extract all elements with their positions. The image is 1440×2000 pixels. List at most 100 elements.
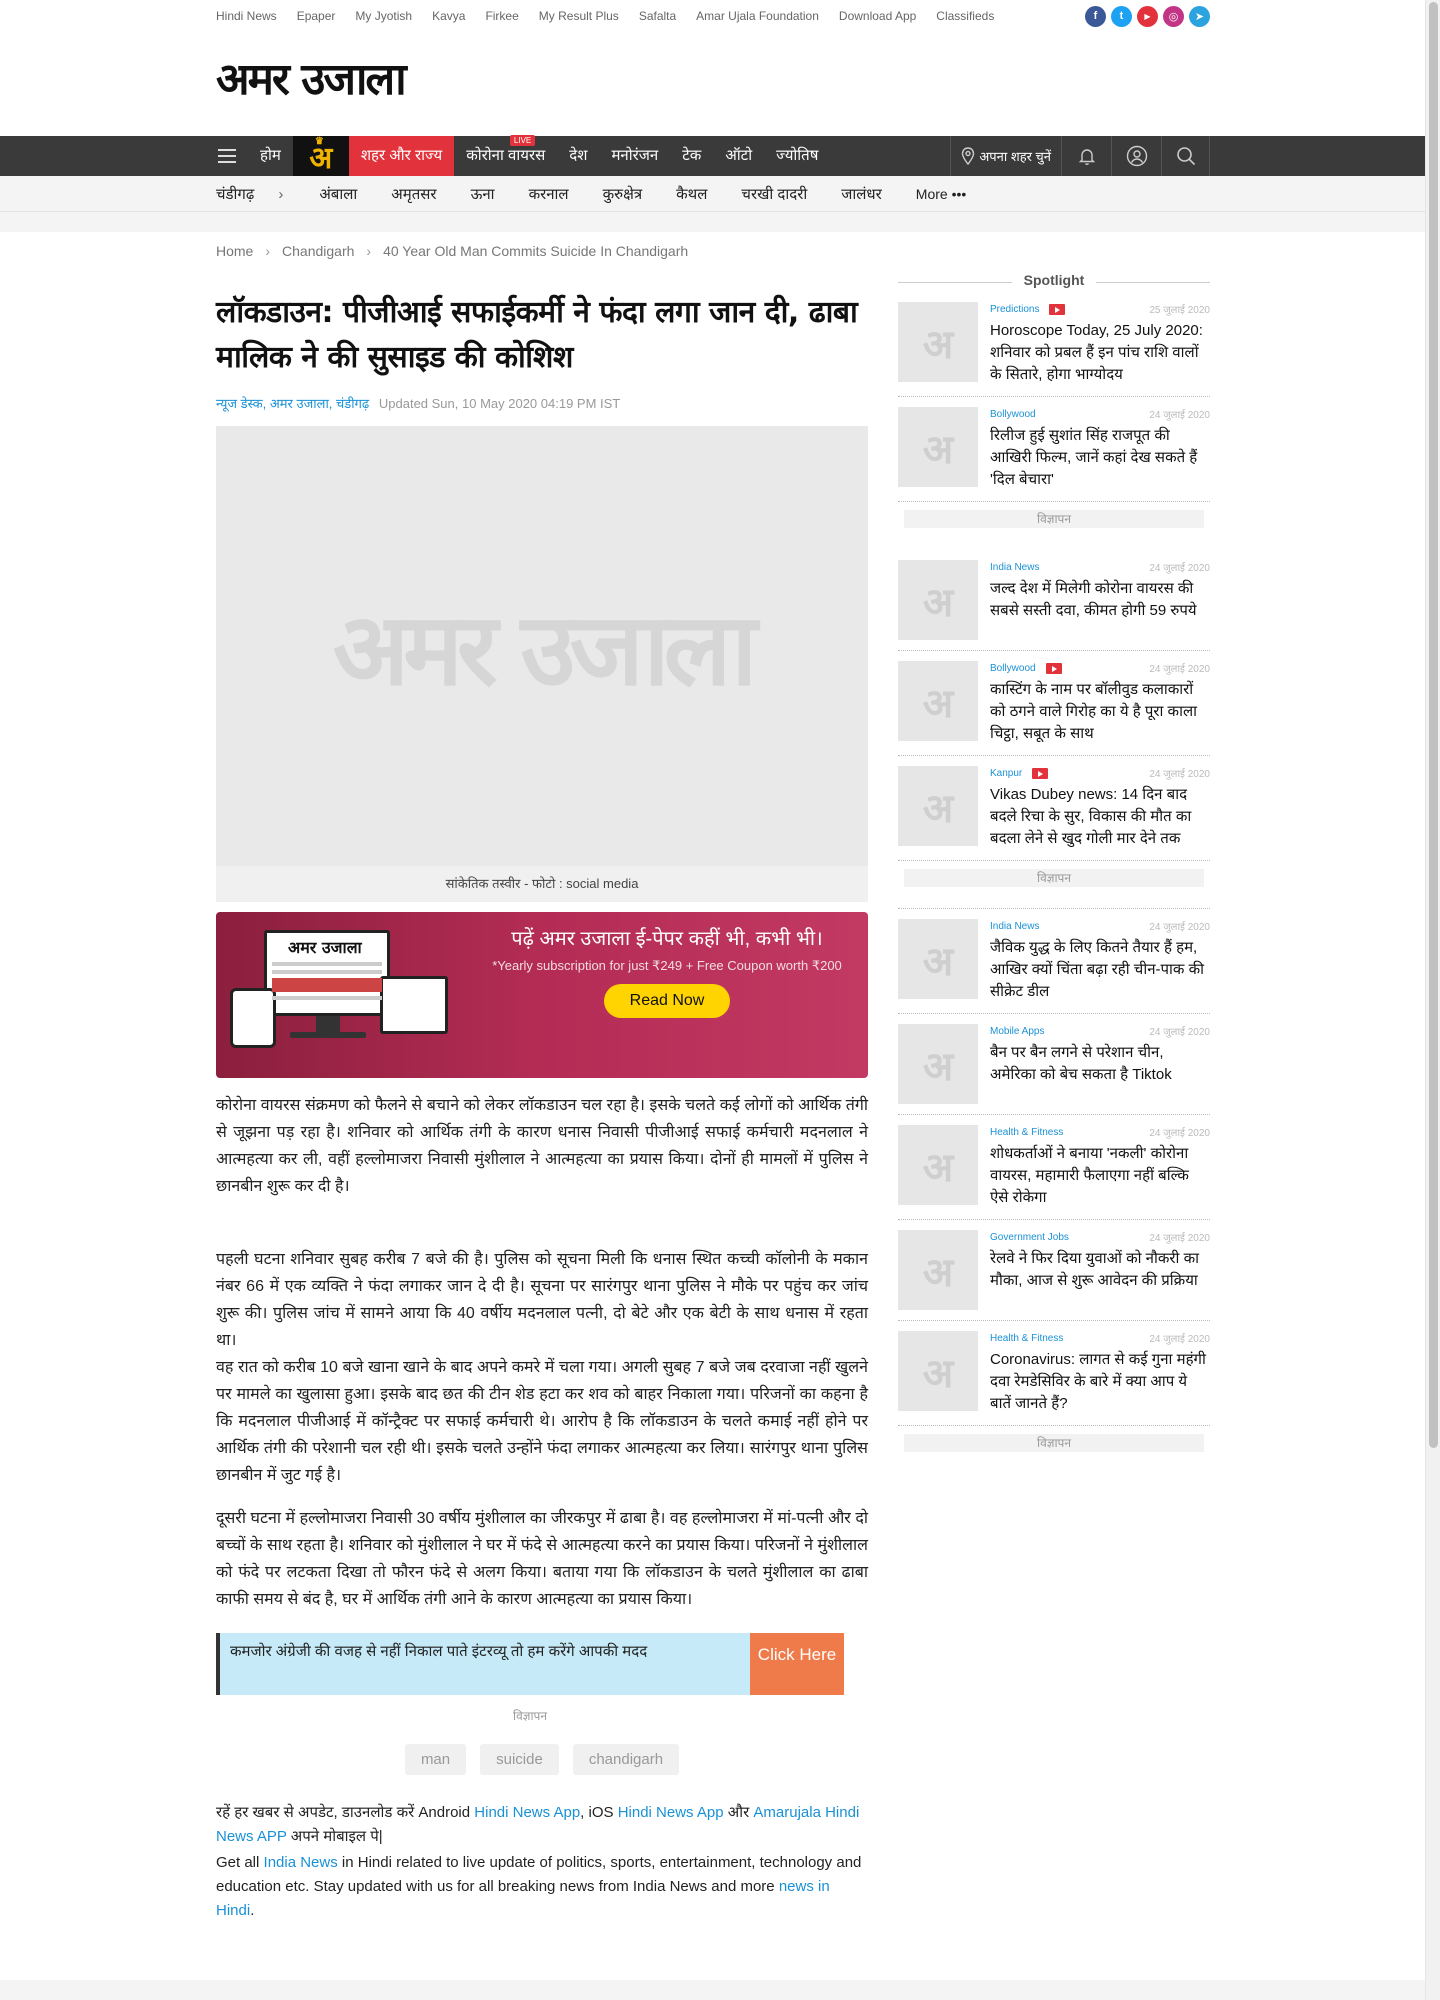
header-separator	[0, 212, 1425, 232]
tag-chip[interactable]: man	[404, 1744, 467, 1775]
city-current[interactable]: चंडीगढ़	[216, 184, 254, 204]
card-title[interactable]: Horoscope Today, 25 July 2020: शनिवार को…	[990, 320, 1210, 386]
city-item-ambala[interactable]: अंबाला	[319, 184, 357, 204]
card-category[interactable]: Mobile Apps	[990, 1026, 1044, 1037]
card-category[interactable]: Kanpur	[990, 767, 1049, 779]
card-thumbnail[interactable]: अ	[898, 766, 978, 846]
card-thumbnail[interactable]: अ	[898, 1230, 978, 1310]
spotlight-card[interactable]: अ Government Jobs 24 जुलाई 2020 रेलवे ने फि…	[898, 1220, 1210, 1321]
city-picker[interactable]: अपना शहर चुनें	[951, 136, 1062, 176]
top-link-download-app[interactable]: Download App	[839, 9, 916, 23]
chevron-right-icon[interactable]: ›	[278, 186, 283, 203]
card-title[interactable]: जल्द देश में मिलेगी कोरोना वायरस की सबसे…	[990, 578, 1210, 622]
city-item-amritsar[interactable]: अमृतसर	[391, 184, 436, 204]
site-logo[interactable]: अमर उजाला	[216, 50, 407, 110]
footer-text: और	[723, 1804, 754, 1821]
city-item-jalandhar[interactable]: जालंधर	[841, 184, 882, 204]
card-date: 24 जुलाई 2020	[1149, 922, 1210, 933]
top-link-safalta[interactable]: Safalta	[639, 9, 676, 23]
twitter-icon[interactable]: t	[1111, 5, 1132, 27]
scrollbar-thumb[interactable]	[1429, 2, 1438, 1448]
top-link-firkee[interactable]: Firkee	[485, 9, 518, 23]
breadcrumb-section[interactable]: Chandigarh	[282, 243, 354, 259]
notification-bell-icon[interactable]	[1062, 136, 1112, 176]
top-link-kavya[interactable]: Kavya	[432, 9, 465, 23]
top-link-classifieds[interactable]: Classifieds	[936, 9, 994, 23]
breadcrumb-home[interactable]: Home	[216, 243, 253, 259]
page-scrollbar[interactable]	[1425, 0, 1440, 2000]
spotlight-card[interactable]: अ Predictions 25 जुलाई 2020 Horoscope Today…	[898, 292, 1210, 397]
card-category[interactable]: Government Jobs	[990, 1232, 1069, 1243]
card-title[interactable]: शोधकर्ताओं ने बनाया 'नकली' कोरोना वायरस,…	[990, 1143, 1210, 1209]
amar-ujala-badge-icon[interactable]: अ	[292, 136, 349, 176]
top-link-foundation[interactable]: Amar Ujala Foundation	[696, 9, 819, 23]
spotlight-card[interactable]: अ Mobile Apps 24 जुलाई 2020 बैन पर बैन लगने…	[898, 1014, 1210, 1115]
top-link-hindi-news[interactable]: Hindi News	[216, 9, 277, 23]
card-category[interactable]: Predictions	[990, 303, 1066, 315]
nav-city-state[interactable]: शहर और राज्य	[348, 136, 455, 176]
card-thumbnail[interactable]: अ	[898, 661, 978, 741]
card-category[interactable]: Bollywood	[990, 409, 1036, 420]
card-category[interactable]: India News	[990, 921, 1039, 932]
instagram-icon[interactable]: ◎	[1163, 5, 1184, 27]
top-link-my-result-plus[interactable]: My Result Plus	[539, 9, 619, 23]
nav-manoranjan[interactable]: मनोरंजन	[599, 136, 670, 176]
nav-corona[interactable]: कोरोना वायरस LIVE	[454, 135, 557, 176]
tag-chip[interactable]: suicide	[480, 1744, 559, 1775]
top-link-my-jyotish[interactable]: My Jyotish	[355, 9, 412, 23]
card-thumbnail[interactable]: अ	[898, 1331, 978, 1411]
card-thumbnail[interactable]: अ	[898, 919, 978, 999]
spotlight-card[interactable]: अ India News 24 जुलाई 2020 जल्द देश में मिल…	[898, 550, 1210, 651]
card-title[interactable]: बैन पर बैन लगने से परेशान चीन, अमेरिका क…	[990, 1042, 1210, 1086]
card-title[interactable]: रेलवे ने फिर दिया युवाओं को नौकरी का मौक…	[990, 1248, 1210, 1292]
top-link-epaper[interactable]: Epaper	[297, 9, 336, 23]
card-category[interactable]: Health & Fitness	[990, 1127, 1063, 1138]
card-thumbnail[interactable]: अ	[898, 302, 978, 382]
nav-desh[interactable]: देश	[557, 136, 599, 176]
india-news-link[interactable]: India News	[264, 1854, 338, 1871]
read-now-button[interactable]: Read Now	[603, 984, 731, 1018]
card-category[interactable]: Health & Fitness	[990, 1333, 1063, 1344]
spotlight-card[interactable]: अ Kanpur 24 जुलाई 2020 Vikas Dubey news: 14…	[898, 756, 1210, 861]
city-item-una[interactable]: ऊना	[471, 184, 495, 204]
card-title[interactable]: Vikas Dubey news: 14 दिन बाद बदले रिचा क…	[990, 784, 1210, 850]
search-icon[interactable]	[1162, 136, 1210, 176]
ios-app-link[interactable]: Hindi News App	[618, 1804, 724, 1821]
facebook-icon[interactable]: f	[1085, 5, 1106, 27]
youtube-icon[interactable]: ▶	[1137, 5, 1158, 27]
click-here-button[interactable]: Click Here	[750, 1633, 844, 1695]
card-title[interactable]: रिलीज हुई सुशांत सिंह राजपूत की आखिरी फि…	[990, 425, 1210, 491]
author-link[interactable]: न्यूज डेस्क, अमर उजाला, चंडीगढ़	[216, 396, 369, 411]
city-item-kurukshetra[interactable]: कुरुक्षेत्र	[603, 184, 643, 204]
spotlight-card[interactable]: अ Bollywood 24 जुलाई 2020 रिलीज हुई सुशांत …	[898, 397, 1210, 502]
epaper-promo-banner[interactable]: अमर उजाला पढ़ें अमर उजाला ई-पेपर कहीं भी…	[216, 912, 868, 1078]
spotlight-card[interactable]: अ India News 24 जुलाई 2020 जैविक युद्ध के ल…	[898, 909, 1210, 1014]
card-category[interactable]: Bollywood	[990, 662, 1062, 674]
image-caption: सांकेतिक तस्वीर - फोटो : social media	[216, 866, 868, 902]
nav-tech[interactable]: टेक	[670, 136, 713, 176]
city-item-charkhi-dadri[interactable]: चरखी दादरी	[741, 184, 807, 204]
card-title[interactable]: जैविक युद्ध के लिए कितने तैयार हैं हम, आ…	[990, 937, 1210, 1003]
interview-ad-banner[interactable]: कमजोर अंग्रेजी की वजह से नहीं निकाल पाते…	[216, 1633, 844, 1695]
city-item-karnal[interactable]: करनाल	[529, 184, 569, 204]
spotlight-card[interactable]: अ Bollywood 24 जुलाई 2020 कास्टिंग के नाम प…	[898, 651, 1210, 756]
spotlight-card[interactable]: अ Health & Fitness 24 जुलाई 2020 शोधकर्ताओं…	[898, 1115, 1210, 1220]
card-thumbnail[interactable]: अ	[898, 407, 978, 487]
city-item-kaithal[interactable]: कैथल	[676, 184, 707, 204]
nav-jyotish[interactable]: ज्योतिष	[764, 136, 830, 176]
card-thumbnail[interactable]: अ	[898, 560, 978, 640]
card-thumbnail[interactable]: अ	[898, 1024, 978, 1104]
android-app-link[interactable]: Hindi News App	[474, 1804, 580, 1821]
telegram-icon[interactable]: ➤	[1189, 5, 1210, 27]
card-title[interactable]: Coronavirus: लागत से कई गुना महंगी दवा र…	[990, 1349, 1210, 1415]
nav-home[interactable]: होम	[260, 136, 293, 176]
spotlight-card[interactable]: अ Health & Fitness 24 जुलाई 2020 Coronaviru…	[898, 1321, 1210, 1426]
nav-auto[interactable]: ऑटो	[713, 136, 764, 176]
card-thumbnail[interactable]: अ	[898, 1125, 978, 1205]
user-account-icon[interactable]	[1112, 136, 1162, 176]
menu-icon[interactable]	[216, 136, 260, 176]
tag-chip[interactable]: chandigarh	[572, 1744, 680, 1775]
card-title[interactable]: कास्टिंग के नाम पर बॉलीवुड कलाकारों को ठ…	[990, 679, 1210, 745]
card-category[interactable]: India News	[990, 562, 1039, 573]
city-more-button[interactable]: More •••	[916, 186, 967, 202]
